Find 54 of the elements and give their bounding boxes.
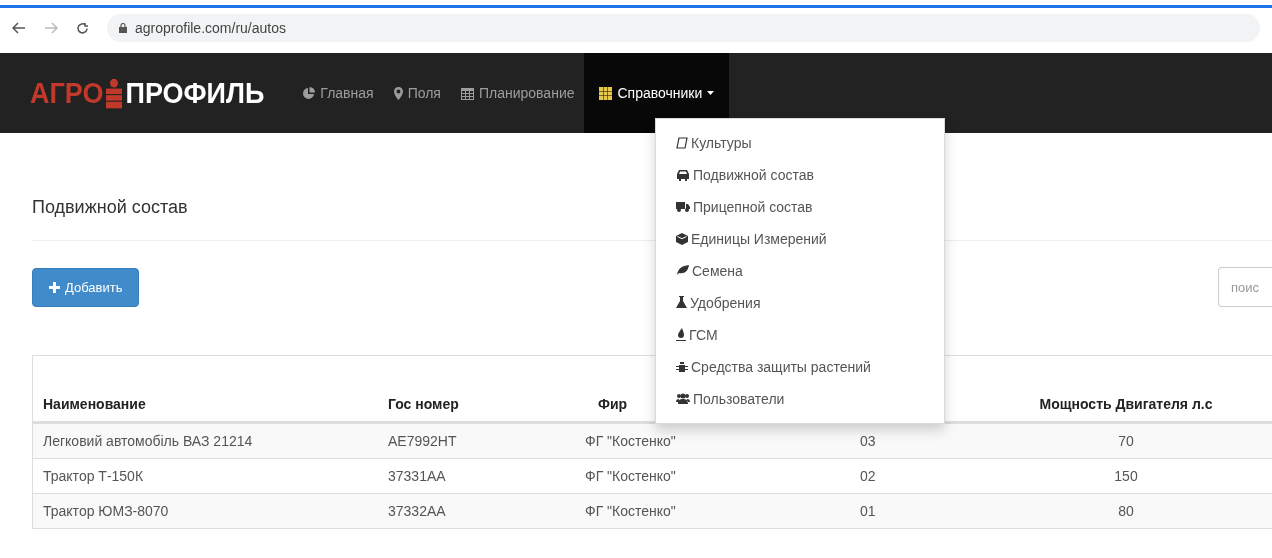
add-button[interactable]: Добавить	[32, 267, 140, 307]
table-cell: 150	[1114, 468, 1138, 484]
map-pin-icon	[393, 86, 403, 100]
nav-item[interactable]: Поля	[383, 53, 451, 133]
column-header[interactable]: Гос номер	[388, 396, 459, 412]
column-header[interactable]: Наименование	[43, 396, 146, 412]
drop-icon	[676, 328, 686, 341]
users-icon	[676, 393, 690, 404]
table-cell: ФГ "Костенко"	[585, 468, 676, 484]
nav-item[interactable]: Планирование	[450, 53, 585, 133]
table-cell: ФГ "Костенко"	[585, 433, 676, 449]
table-cell: 01	[860, 503, 876, 519]
table-cell: 70	[1118, 433, 1134, 449]
menu-item[interactable]: Средства защиты растений	[656, 351, 944, 383]
pie-chart-icon	[302, 86, 316, 100]
cube-icon	[676, 232, 688, 245]
menu-item[interactable]: ГСМ	[656, 319, 944, 351]
table-cell: Трактор ЮМЗ-8070	[43, 503, 169, 519]
calendar-icon	[460, 86, 474, 100]
bug-icon	[676, 360, 688, 373]
reload-icon[interactable]	[76, 21, 89, 35]
menu-item[interactable]: Единицы Измерений	[656, 223, 944, 255]
nav-item[interactable]: Справочники	[584, 53, 730, 133]
plus-icon	[49, 281, 60, 293]
address-bar[interactable]: agroprofile.com/ru/autos	[107, 14, 1260, 42]
column-header[interactable]: Фир	[598, 396, 628, 412]
caret-icon	[707, 91, 715, 95]
menu-item[interactable]: Подвижной состав	[656, 159, 944, 191]
truck-icon	[676, 201, 690, 212]
menu-item[interactable]: Удобрения	[656, 287, 944, 319]
back-icon[interactable]	[12, 22, 26, 34]
grid-icon	[599, 86, 613, 100]
nav-item[interactable]: Главная	[292, 53, 384, 133]
table-cell: ФГ "Костенко"	[585, 503, 676, 519]
page-title: Подвижной состав	[32, 197, 188, 218]
table-cell: 80	[1118, 503, 1134, 519]
logo[interactable]: АГРО ПРОФИЛЬ	[30, 75, 265, 111]
table-cell: 37331AA	[388, 468, 446, 484]
table-cell: 37332AA	[388, 503, 446, 519]
leaf-icon	[676, 265, 689, 276]
search-field[interactable]: поис	[1218, 267, 1272, 307]
car-icon	[676, 168, 690, 181]
menu-item[interactable]: Семена	[656, 255, 944, 287]
table-cell: Трактор Т-150К	[43, 468, 144, 484]
table-cell: 03	[860, 433, 876, 449]
lock-icon	[119, 23, 127, 33]
table-cell: AE7992HT	[388, 433, 457, 449]
outline-shape-icon	[676, 136, 688, 149]
flask-icon	[676, 296, 687, 309]
menu-item[interactable]: Прицепной состав	[656, 191, 944, 223]
menu-item[interactable]: Пользователи	[656, 383, 944, 415]
table-cell: Легковий автомобіль ВАЗ 21214	[43, 433, 253, 449]
table-cell: 02	[860, 468, 876, 484]
column-header[interactable]: Мощность Двигателя л.с	[1039, 396, 1213, 412]
